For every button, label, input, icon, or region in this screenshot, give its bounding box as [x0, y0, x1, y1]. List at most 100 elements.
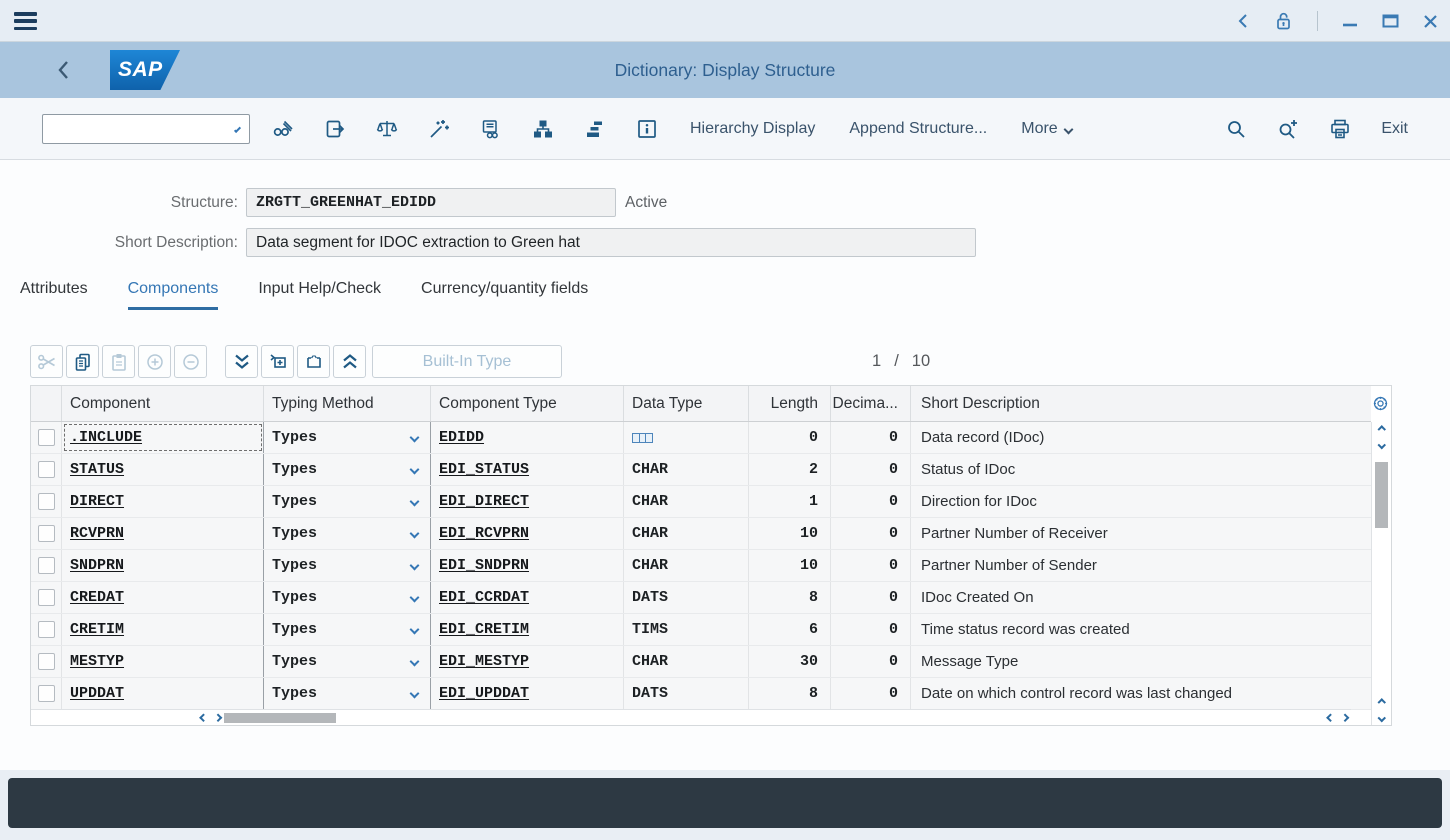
- col-component[interactable]: Component: [62, 386, 264, 421]
- length-value: 30: [800, 653, 818, 670]
- display-change-icon[interactable]: [272, 118, 294, 140]
- insert-row-button[interactable]: [261, 345, 294, 378]
- menu-icon[interactable]: [14, 12, 37, 30]
- decimals-value: 0: [889, 429, 898, 446]
- typing-method-dropdown[interactable]: Types: [264, 518, 431, 549]
- where-used-icon[interactable]: [480, 118, 502, 140]
- component-link[interactable]: DIRECT: [70, 493, 124, 510]
- col-short-description[interactable]: Short Description: [911, 386, 1371, 421]
- info-icon[interactable]: [636, 118, 658, 140]
- remove-button[interactable]: [174, 345, 207, 378]
- copy-button[interactable]: [66, 345, 99, 378]
- typing-method-dropdown[interactable]: Types: [264, 614, 431, 645]
- row-checkbox[interactable]: [38, 493, 55, 510]
- component-link[interactable]: STATUS: [70, 461, 124, 478]
- magic-wand-icon[interactable]: [428, 118, 450, 140]
- vertical-scrollbar[interactable]: [1371, 422, 1391, 725]
- close-icon[interactable]: [1423, 14, 1438, 29]
- component-type-link[interactable]: EDI_STATUS: [439, 461, 529, 478]
- table-settings-gear-icon[interactable]: [1372, 395, 1389, 412]
- append-structure-button[interactable]: Append Structure...: [849, 120, 987, 138]
- component-type-link[interactable]: EDI_MESTYP: [439, 653, 529, 670]
- structure-field[interactable]: ZRGTT_GREENHAT_EDIDD: [246, 188, 616, 217]
- copy-object-icon[interactable]: [324, 118, 346, 140]
- hierarchy-display-button[interactable]: Hierarchy Display: [690, 120, 815, 138]
- scroll-up-icon[interactable]: [1372, 695, 1391, 710]
- short-description-field[interactable]: Data segment for IDOC extraction to Gree…: [246, 228, 976, 257]
- col-typing-method[interactable]: Typing Method: [264, 386, 431, 421]
- exit-button[interactable]: Exit: [1381, 120, 1408, 138]
- row-checkbox[interactable]: [38, 525, 55, 542]
- row-checkbox[interactable]: [38, 685, 55, 702]
- row-checkbox[interactable]: [38, 461, 55, 478]
- built-in-type-button[interactable]: Built-In Type: [372, 345, 562, 378]
- expand-all-icon[interactable]: [225, 345, 258, 378]
- balance-scale-icon[interactable]: [376, 118, 398, 140]
- component-type-link[interactable]: EDI_CCRDAT: [439, 589, 529, 606]
- component-link[interactable]: RCVPRN: [70, 525, 124, 542]
- paste-button[interactable]: [102, 345, 135, 378]
- scroll-down-icon[interactable]: [1372, 437, 1391, 452]
- component-link[interactable]: .INCLUDE: [70, 429, 142, 446]
- component-link[interactable]: UPDDAT: [70, 685, 124, 702]
- row-checkbox[interactable]: [38, 589, 55, 606]
- scroll-right-icon[interactable]: [1340, 714, 1348, 722]
- horizontal-scroll-thumb[interactable]: [224, 713, 336, 723]
- print-icon[interactable]: [1329, 118, 1351, 140]
- component-link[interactable]: CREDAT: [70, 589, 124, 606]
- length-value: 1: [809, 493, 818, 510]
- typing-method-dropdown[interactable]: Types: [264, 454, 431, 485]
- description-value: Direction for IDoc: [921, 493, 1037, 510]
- command-input[interactable]: [43, 115, 236, 143]
- search-icon[interactable]: [1225, 118, 1247, 140]
- scroll-left-icon[interactable]: [200, 714, 208, 722]
- tab-input-help-check[interactable]: Input Help/Check: [258, 272, 381, 310]
- minimize-icon[interactable]: [1342, 13, 1358, 29]
- more-menu-button[interactable]: More: [1021, 120, 1071, 138]
- typing-method-dropdown[interactable]: Types: [264, 646, 431, 677]
- typing-method-dropdown[interactable]: Types: [264, 550, 431, 581]
- component-type-link[interactable]: EDI_DIRECT: [439, 493, 529, 510]
- component-type-link[interactable]: EDIDD: [439, 429, 484, 446]
- structure-label: Structure:: [0, 188, 238, 217]
- row-checkbox[interactable]: [38, 621, 55, 638]
- collapse-all-icon[interactable]: [333, 345, 366, 378]
- insert-button[interactable]: [138, 345, 171, 378]
- tab-components[interactable]: Components: [128, 272, 219, 310]
- hierarchy-icon[interactable]: [532, 118, 554, 140]
- vertical-scroll-thumb[interactable]: [1375, 462, 1388, 528]
- component-type-link[interactable]: EDI_CRETIM: [439, 621, 529, 638]
- unlock-icon[interactable]: [1273, 10, 1293, 32]
- typing-method-dropdown[interactable]: Types: [264, 422, 431, 453]
- delete-row-button[interactable]: [297, 345, 330, 378]
- tab-attributes[interactable]: Attributes: [20, 272, 88, 310]
- row-checkbox[interactable]: [38, 429, 55, 446]
- col-length[interactable]: Length: [749, 386, 831, 421]
- row-checkbox[interactable]: [38, 557, 55, 574]
- component-link[interactable]: CRETIM: [70, 621, 124, 638]
- cut-button[interactable]: [30, 345, 63, 378]
- component-type-link[interactable]: EDI_SNDPRN: [439, 557, 529, 574]
- back-button[interactable]: [56, 59, 70, 81]
- typing-method-dropdown[interactable]: Types: [264, 678, 431, 709]
- row-checkbox[interactable]: [38, 653, 55, 670]
- col-decimals[interactable]: Decima...: [831, 386, 911, 421]
- typing-method-dropdown[interactable]: Types: [264, 582, 431, 613]
- scroll-down-icon[interactable]: [1372, 710, 1391, 725]
- horizontal-scrollbar[interactable]: [31, 709, 1351, 725]
- component-type-link[interactable]: EDI_UPDDAT: [439, 685, 529, 702]
- maximize-icon[interactable]: [1382, 13, 1399, 29]
- scroll-right-icon[interactable]: [213, 714, 221, 722]
- component-type-link[interactable]: EDI_RCVPRN: [439, 525, 529, 542]
- object-list-icon[interactable]: [584, 118, 606, 140]
- tab-currency-quantity-fields[interactable]: Currency/quantity fields: [421, 272, 588, 310]
- scroll-left-icon[interactable]: [1327, 714, 1335, 722]
- col-data-type[interactable]: Data Type: [624, 386, 749, 421]
- col-component-type[interactable]: Component Type: [431, 386, 624, 421]
- component-link[interactable]: MESTYP: [70, 653, 124, 670]
- typing-method-dropdown[interactable]: Types: [264, 486, 431, 517]
- back-chevron-icon[interactable]: [1237, 13, 1249, 29]
- scroll-up-icon[interactable]: [1372, 422, 1391, 437]
- search-next-icon[interactable]: [1277, 118, 1299, 140]
- component-link[interactable]: SNDPRN: [70, 557, 124, 574]
